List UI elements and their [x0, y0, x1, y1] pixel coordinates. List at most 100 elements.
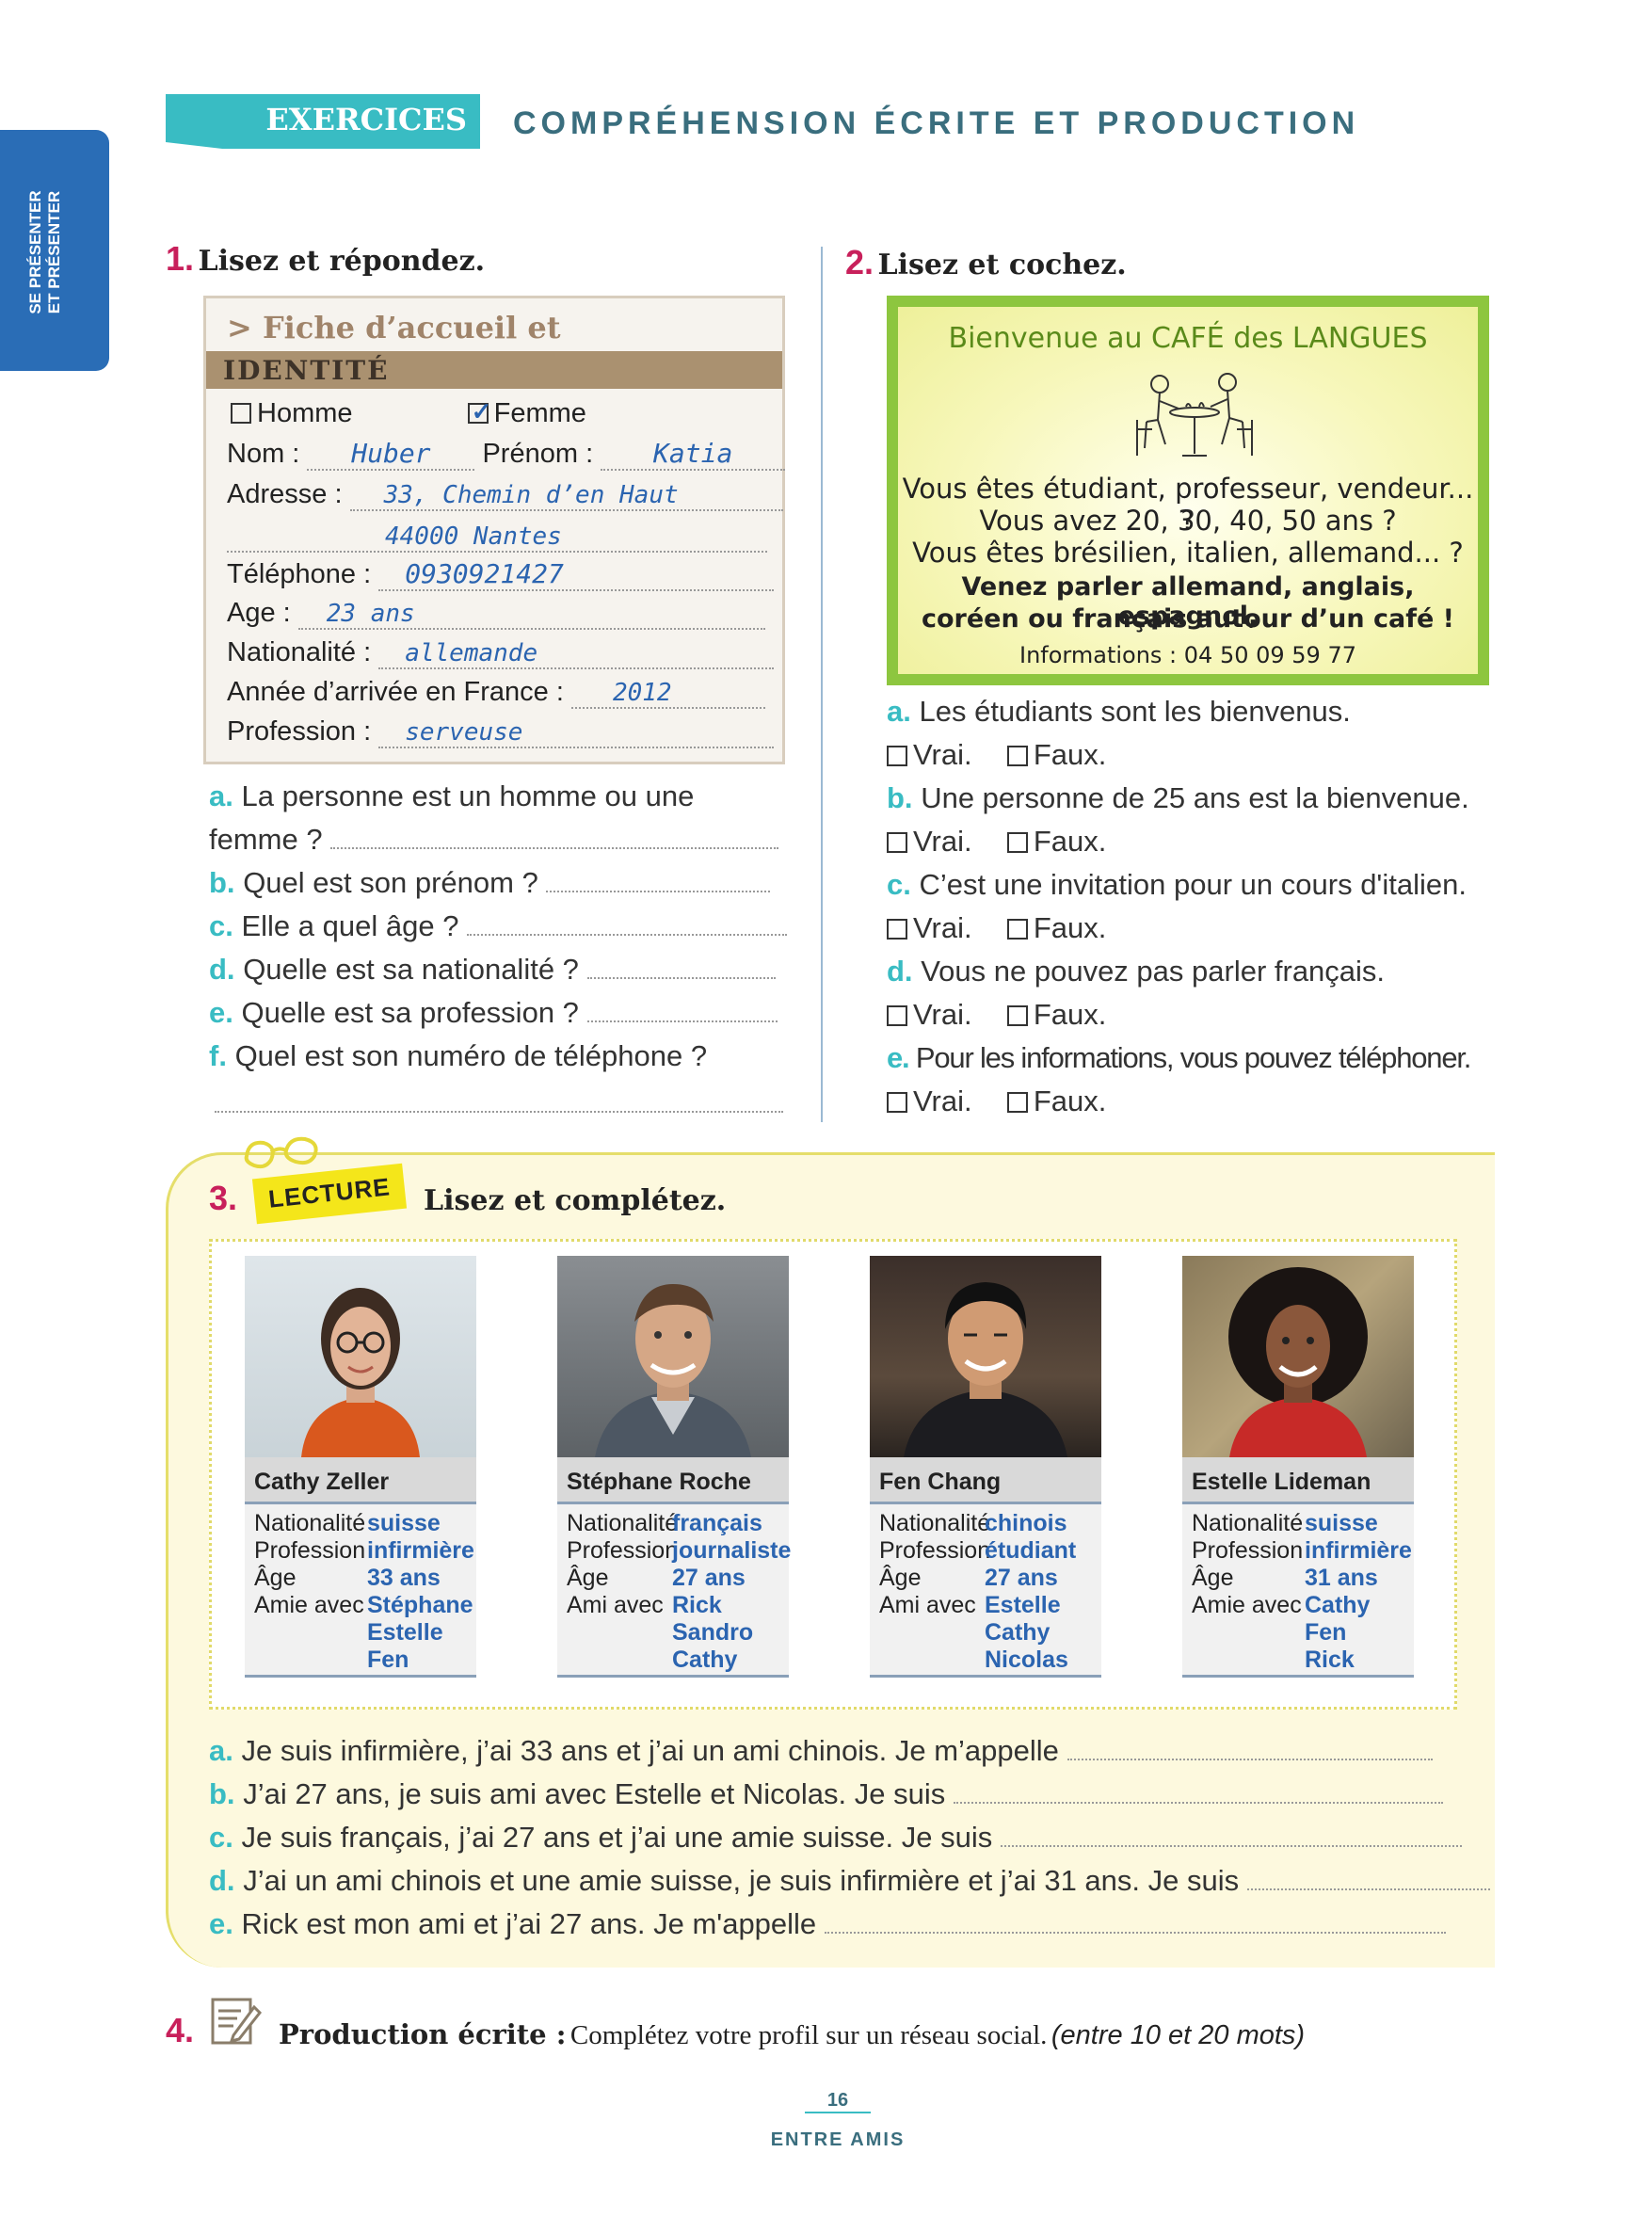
profile-card-estelle: Estelle Lideman Nationalité suisse Profe… — [1182, 1256, 1414, 1678]
sentence-letter: c. — [209, 1821, 233, 1854]
ex3-title: Lisez et complétez. — [424, 1184, 727, 1217]
faux-checkbox[interactable] — [1006, 1005, 1028, 1026]
nationalite-value: suisse — [367, 1510, 441, 1536]
faux-checkbox[interactable] — [1006, 919, 1028, 940]
ami-value: Nicolas — [985, 1647, 1068, 1673]
ex3-sentence-d: d. J’ai un ami chinois et une amie suiss… — [209, 1864, 1490, 1898]
profile-photo — [1182, 1256, 1414, 1457]
answer-line[interactable] — [824, 1932, 1446, 1934]
annee-value: 2012 — [570, 679, 765, 709]
person-photo — [1228, 1267, 1368, 1457]
vrai-checkbox[interactable] — [887, 919, 907, 940]
vrai-checkbox[interactable] — [887, 1005, 907, 1026]
answer-line[interactable] — [546, 891, 771, 892]
answer-line[interactable] — [215, 1111, 783, 1113]
column-divider — [821, 247, 823, 1122]
sentence-letter: b. — [209, 1777, 235, 1810]
profession-row: Profession : serveuse — [227, 716, 775, 748]
ex2-heading: 2. Lisez et cochez. — [845, 243, 1127, 282]
answer-line[interactable] — [467, 934, 788, 936]
ami-value: Stéphane — [367, 1592, 473, 1618]
ex2-statement-c: c. C’est une invitation pour un cours d'… — [887, 868, 1467, 902]
femme-checkbox[interactable]: ✓ — [467, 397, 491, 426]
nationalite-row: Nationalité : allemande — [227, 637, 775, 669]
sentence-letter: d. — [209, 1864, 235, 1897]
vrai-checkbox[interactable] — [887, 832, 907, 853]
answer-line[interactable] — [1067, 1759, 1433, 1760]
ex3-number: 3. — [209, 1179, 238, 1217]
statement-text: Vous ne pouvez pas parler français. — [921, 955, 1386, 988]
question-letter: d. — [209, 953, 235, 986]
vrai-label: Vrai. — [913, 738, 972, 771]
profession-value: serveuse — [378, 718, 775, 748]
vrai-label: Vrai. — [913, 1084, 972, 1117]
ex4-number-wrap: 4. — [166, 2011, 194, 2050]
adresse-label: Adresse : — [227, 479, 343, 509]
statement-text: Les étudiants sont les bienvenus. — [919, 695, 1351, 728]
page-title: COMPRÉHENSION ÉCRITE ET PRODUCTION — [513, 105, 1360, 141]
ami-value: Rick — [1305, 1647, 1355, 1673]
nationalite-value: chinois — [985, 1510, 1067, 1536]
profile-photo — [870, 1256, 1101, 1457]
ami-value: Fen — [367, 1647, 409, 1673]
page-number: 16 — [805, 2090, 871, 2113]
answer-line[interactable] — [1000, 1845, 1462, 1847]
vrai-checkbox[interactable] — [887, 746, 907, 766]
answer-line[interactable] — [330, 847, 779, 849]
poster-inner: Bienvenue au CAFÉ des LANGUES Vous êtes … — [898, 307, 1478, 674]
age-row: Age : 23 ans — [227, 598, 765, 630]
profile-details: Nationalité français Profession journali… — [557, 1504, 791, 1678]
ex1-question-f: f. Quel est son numéro de téléphone ? — [209, 1039, 707, 1073]
answer-line[interactable] — [1246, 1888, 1490, 1890]
nom-row: Nom : Huber Prénom : Katia — [227, 438, 786, 471]
age-value: 27 ans — [985, 1565, 1058, 1591]
profile-card-fen: Fen Chang Nationalité chinois Profession… — [870, 1256, 1101, 1678]
adresse-value-1: 33, Chemin d’en Haut — [349, 481, 783, 511]
question-letter: e. — [209, 996, 233, 1029]
pen-icon — [211, 1998, 263, 2045]
profile-photo — [557, 1256, 789, 1457]
cafe-poster: Bienvenue au CAFÉ des LANGUES Vous êtes … — [887, 296, 1489, 685]
answer-line[interactable] — [953, 1802, 1443, 1804]
profession-label: Profession : — [227, 716, 372, 747]
age-value: 23 ans — [297, 600, 765, 630]
ami-value: Cathy — [1305, 1592, 1371, 1618]
glasses-icon — [244, 1136, 318, 1169]
side-tab-label: SE PRÉSENTER ET PRÉSENTER — [26, 190, 63, 314]
question-text: Elle a quel âge ? — [241, 909, 459, 942]
book-brand: ENTRE AMIS — [770, 2129, 906, 2150]
answer-line[interactable] — [586, 1020, 778, 1022]
person-photo — [301, 1288, 420, 1457]
ex1-question-a-cont: femme ? — [209, 823, 779, 857]
sentence-text: Je suis français, j’ai 27 ans et j’ai un… — [241, 1821, 993, 1854]
vrai-faux-b: Vrai. Faux. — [887, 825, 1106, 859]
question-text: Quelle est sa nationalité ? — [243, 953, 579, 986]
profile-details: Nationalité suisse Profession infirmière… — [245, 1504, 476, 1678]
telephone-value: 0930921427 — [378, 558, 775, 591]
age-label: Âge — [567, 1565, 609, 1591]
prenom-label: Prénom : — [482, 439, 594, 469]
faux-label: Faux. — [1033, 911, 1107, 944]
faux-checkbox[interactable] — [1006, 746, 1028, 766]
poster-title: Bienvenue au CAFÉ des LANGUES — [948, 322, 1428, 355]
profession-label: Profession — [1192, 1537, 1304, 1564]
profession-label: Profession — [567, 1537, 679, 1564]
faux-checkbox[interactable] — [1006, 1092, 1028, 1113]
nationalite-value: suisse — [1305, 1510, 1378, 1536]
vrai-faux-c: Vrai. Faux. — [887, 911, 1106, 945]
nationalite-value: allemande — [378, 639, 775, 669]
sentence-letter: e. — [209, 1907, 233, 1940]
answer-line[interactable] — [586, 977, 776, 979]
ami-value: Cathy — [985, 1619, 1051, 1646]
profile-card-stephane: Stéphane Roche Nationalité français Prof… — [557, 1256, 791, 1678]
cafe-illustration — [1136, 373, 1253, 457]
nationalite-label: Nationalité — [879, 1510, 991, 1536]
ex4-line: Production écrite : Complétez votre prof… — [279, 2018, 1305, 2051]
check-icon: ✓ — [471, 397, 492, 426]
faux-checkbox[interactable] — [1006, 832, 1028, 853]
homme-checkbox[interactable] — [231, 403, 251, 424]
vrai-checkbox[interactable] — [887, 1092, 907, 1113]
ex3-number-wrap: 3. — [209, 1179, 237, 1218]
age-label: Âge — [1192, 1565, 1234, 1591]
profession-value: infirmière — [1305, 1537, 1412, 1564]
